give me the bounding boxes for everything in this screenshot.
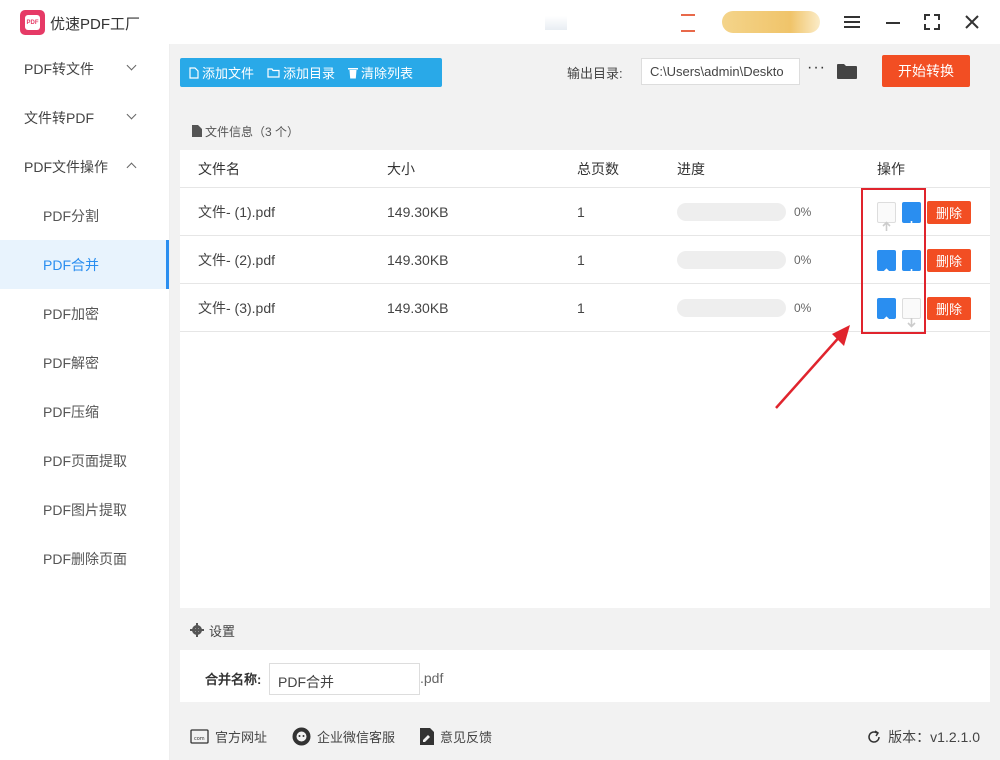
feedback-icon bbox=[420, 728, 434, 745]
delete-button[interactable]: 删除 bbox=[927, 297, 971, 320]
menu-icon[interactable] bbox=[840, 10, 864, 34]
version-number: v1.2.1.0 bbox=[930, 729, 980, 745]
column-header: 进度 bbox=[677, 161, 705, 177]
settings-panel: 设置 合并名称: PDF合并 .pdf bbox=[180, 610, 990, 702]
close-icon[interactable] bbox=[960, 10, 984, 34]
more-options-icon[interactable]: ··· bbox=[807, 59, 826, 77]
page-count: 1 bbox=[577, 300, 585, 316]
progress-bar bbox=[677, 299, 786, 317]
version-info[interactable]: 版本： v1.2.1.0 bbox=[866, 727, 980, 747]
refresh-icon bbox=[868, 730, 880, 743]
progress-text: 0% bbox=[794, 205, 812, 219]
add-file-label: 添加文件 bbox=[202, 66, 255, 81]
chevron-up-icon bbox=[126, 162, 137, 173]
column-header[interactable]: 文件名 bbox=[198, 150, 240, 188]
delete-button[interactable]: 删除 bbox=[927, 249, 971, 272]
trash-icon bbox=[348, 67, 359, 78]
progress-bar bbox=[677, 203, 786, 221]
website-label: 官方网址 bbox=[215, 730, 268, 745]
sidebar-item-encrypt[interactable]: PDF加密 bbox=[0, 289, 169, 338]
file-list-panel: 文件信息（3 个） 文件名 大小 总页数 进度 操作 文件- (1).pdf 14… bbox=[180, 112, 990, 608]
page-count: 1 bbox=[577, 204, 585, 220]
app-title: 优速PDF工厂 bbox=[50, 16, 141, 33]
merge-extension: .pdf bbox=[420, 670, 444, 686]
website-link[interactable]: com 官方网址 bbox=[190, 727, 267, 746]
file-name: 文件- (2).pdf bbox=[198, 252, 276, 268]
version-label: 版本： bbox=[888, 729, 931, 745]
output-dir-label: 输出目录: bbox=[567, 66, 623, 81]
file-size: 149.30KB bbox=[387, 300, 449, 316]
chevron-down-icon bbox=[126, 60, 137, 71]
sidebar-group-label: 文件转PDF bbox=[24, 109, 94, 126]
file-name: 文件- (1).pdf bbox=[198, 204, 276, 220]
feedback-label: 意见反馈 bbox=[440, 730, 493, 745]
feedback-link[interactable]: 意见反馈 bbox=[420, 727, 492, 746]
start-convert-button[interactable]: 开始转换 bbox=[882, 55, 970, 87]
annotation-highlight-box bbox=[861, 188, 926, 334]
wechat-label: 企业微信客服 bbox=[317, 730, 396, 745]
toolbar-image[interactable] bbox=[545, 16, 567, 30]
sidebar-item-delete-pages[interactable]: PDF删除页面 bbox=[0, 534, 169, 583]
column-header[interactable]: 总页数 bbox=[577, 150, 619, 188]
vip-banner[interactable] bbox=[722, 11, 820, 33]
app-logo-icon: PDF bbox=[20, 10, 45, 35]
footer: com 官方网址 企业微信客服 意见反馈 版本： v1.2.1.0 bbox=[180, 712, 1000, 760]
add-file-button[interactable]: 添加文件 bbox=[180, 58, 258, 87]
annotation-arrow bbox=[775, 325, 850, 409]
file-toolbar: 添加文件 添加目录 清除列表 bbox=[180, 58, 442, 87]
file-name: 文件- (3).pdf bbox=[198, 300, 276, 316]
wechat-service-link[interactable]: 企业微信客服 bbox=[292, 727, 395, 746]
toolbar-image[interactable] bbox=[681, 14, 695, 32]
file-info-header: 文件信息（3 个） bbox=[180, 112, 990, 150]
column-header[interactable]: 大小 bbox=[387, 150, 415, 188]
sidebar-group-label: PDF文件操作 bbox=[24, 158, 108, 175]
sidebar-item-compress[interactable]: PDF压缩 bbox=[0, 387, 169, 436]
column-header: 操作 bbox=[877, 161, 905, 177]
sidebar: PDF转文件 文件转PDF PDF文件操作 PDF分割 PDF合并 PDF加密 … bbox=[0, 44, 170, 760]
progress-text: 0% bbox=[794, 253, 812, 267]
document-icon bbox=[192, 125, 202, 137]
title-bar: PDF 优速PDF工厂 bbox=[0, 0, 1000, 44]
sidebar-group-file-to-pdf[interactable]: 文件转PDF bbox=[0, 93, 169, 142]
file-icon bbox=[189, 66, 199, 79]
website-icon: com bbox=[190, 729, 209, 744]
clear-list-button[interactable]: 清除列表 bbox=[339, 58, 417, 87]
file-info-title: 文件信息（3 个） bbox=[205, 124, 300, 139]
settings-header: 设置 bbox=[180, 610, 990, 650]
add-dir-button[interactable]: 添加目录 bbox=[258, 58, 339, 87]
sidebar-group-label: PDF转文件 bbox=[24, 60, 94, 77]
sidebar-item-image-extract[interactable]: PDF图片提取 bbox=[0, 485, 169, 534]
sidebar-item-merge[interactable]: PDF合并 bbox=[0, 240, 169, 289]
add-dir-label: 添加目录 bbox=[283, 66, 336, 81]
folder-icon bbox=[267, 68, 280, 78]
sidebar-group-pdf-operations[interactable]: PDF文件操作 bbox=[0, 142, 169, 191]
folder-icon[interactable] bbox=[837, 63, 857, 82]
clear-list-label: 清除列表 bbox=[361, 66, 414, 81]
output-dir-field[interactable]: C:\Users\admin\Deskto bbox=[641, 58, 800, 85]
minimize-icon[interactable] bbox=[881, 10, 905, 34]
sidebar-item-page-extract[interactable]: PDF页面提取 bbox=[0, 436, 169, 485]
merge-name-field[interactable]: PDF合并 bbox=[269, 663, 420, 695]
chevron-down-icon bbox=[126, 109, 137, 120]
sidebar-item-decrypt[interactable]: PDF解密 bbox=[0, 338, 169, 387]
table-header: 文件名 大小 总页数 进度 操作 bbox=[180, 150, 990, 188]
settings-title: 设置 bbox=[209, 623, 236, 639]
file-size: 149.30KB bbox=[387, 252, 449, 268]
file-size: 149.30KB bbox=[387, 204, 449, 220]
delete-button[interactable]: 删除 bbox=[927, 201, 971, 224]
page-count: 1 bbox=[577, 252, 585, 268]
sidebar-group-pdf-to-file[interactable]: PDF转文件 bbox=[0, 44, 169, 93]
merge-name-label: 合并名称: bbox=[205, 672, 262, 687]
gear-icon bbox=[190, 623, 204, 637]
wechat-icon bbox=[292, 727, 311, 746]
maximize-icon[interactable] bbox=[920, 10, 944, 34]
svg-text:com: com bbox=[194, 736, 205, 742]
sidebar-item-split[interactable]: PDF分割 bbox=[0, 191, 169, 240]
main-area: 添加文件 添加目录 清除列表 输出目录: C:\Users\admin\Desk… bbox=[170, 44, 1000, 760]
progress-bar bbox=[677, 251, 786, 269]
